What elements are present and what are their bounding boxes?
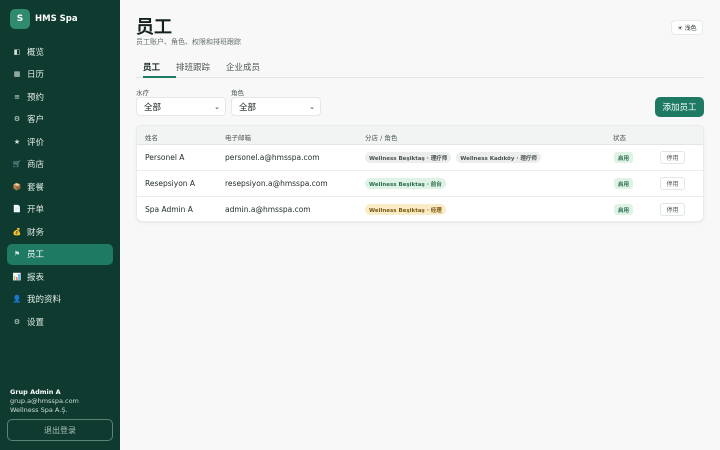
flag-icon: ⚑ bbox=[13, 250, 21, 258]
table-row[interactable]: Personel A personel.a@hmsspa.com Wellness … bbox=[137, 145, 703, 171]
staff-email: admin.a@hmsspa.com bbox=[225, 205, 311, 214]
sidebar-item-label: 商店 bbox=[27, 160, 45, 170]
column-header-branch-role: 分店 / 角色 bbox=[365, 134, 398, 142]
sidebar-item-5[interactable]: 🛒 商店 bbox=[7, 154, 113, 175]
branch-role-badge: Wellness Beşiktaş · 理疗师 bbox=[365, 152, 452, 163]
tab-bar: 员工 排班跟踪 企业成员 bbox=[136, 58, 704, 78]
chart-icon: 📊 bbox=[12, 272, 22, 281]
staff-table: 姓名 电子邮箱 分店 / 角色 状态 Personel A personel.a@… bbox=[136, 125, 704, 222]
sidebar-item-7[interactable]: 📄 开单 bbox=[7, 199, 113, 220]
sidebar-item-3[interactable]: ⚙ 客户 bbox=[7, 109, 113, 130]
spa-filter-value: 全部 bbox=[144, 102, 162, 113]
calendar-icon: ▦ bbox=[13, 70, 21, 78]
status-badge: 启用 bbox=[614, 152, 634, 163]
sidebar-item-label: 员工 bbox=[27, 250, 45, 260]
sidebar-item-label: 评价 bbox=[27, 137, 45, 148]
role-filter-select[interactable]: 全部 ⌄ bbox=[231, 97, 321, 116]
sidebar-item-label: 预约 bbox=[27, 92, 45, 103]
staff-name: Spa Admin A bbox=[145, 205, 193, 214]
customer-icon: ⚙ bbox=[13, 115, 21, 123]
brand[interactable]: S HMS Spa bbox=[10, 9, 78, 29]
branch-role-list: Wellness Beşiktaş · 前台 bbox=[365, 178, 451, 189]
sidebar-item-label: 日历 bbox=[27, 70, 45, 80]
sidebar-item-1[interactable]: ▦ 日历 bbox=[7, 64, 113, 85]
grid-icon: ◧ bbox=[13, 47, 21, 56]
staff-name: Personel A bbox=[145, 153, 185, 162]
table-row[interactable]: Spa Admin A admin.a@hmsspa.com Wellness Be… bbox=[137, 197, 703, 221]
user-icon: 👤 bbox=[12, 295, 22, 303]
branch-role-list: Wellness Beşiktaş · 理疗师 Wellness Kadıköy … bbox=[365, 152, 546, 163]
theme-toggle-button[interactable]: ☀ 浅色 bbox=[671, 20, 703, 35]
sidebar-item-0[interactable]: ◧ 概览 bbox=[7, 41, 113, 62]
sidebar-item-label: 概览 bbox=[27, 47, 45, 58]
page-subtitle: 员工账户、角色、权限和排班跟踪 bbox=[136, 38, 241, 46]
branch-role-badge: Wellness Kadıköy · 理疗师 bbox=[456, 152, 541, 163]
table-row[interactable]: Resepsiyon A resepsiyon.a@hmsspa.com Welln… bbox=[137, 171, 703, 197]
tab-shift-tracking[interactable]: 排班跟踪 bbox=[176, 58, 226, 78]
spa-filter-label: 水疗 bbox=[136, 89, 149, 97]
role-filter-label: 角色 bbox=[231, 89, 244, 97]
page-title: 员工 bbox=[136, 17, 172, 38]
branch-role-badge: Wellness Beşiktaş · 经理 bbox=[365, 204, 446, 215]
staff-email: resepsiyon.a@hmsspa.com bbox=[225, 179, 328, 188]
sidebar-item-4[interactable]: ★ 评价 bbox=[7, 131, 113, 152]
user-org: Wellness Spa A.Ş. bbox=[10, 406, 68, 414]
column-header-status: 状态 bbox=[613, 134, 626, 142]
sidebar-item-12[interactable]: ⚙ 设置 bbox=[7, 311, 113, 332]
sidebar-item-label: 套餐 bbox=[27, 182, 45, 193]
sidebar-item-8[interactable]: 💰 财务 bbox=[7, 221, 113, 242]
sidebar-item-6[interactable]: 📦 套餐 bbox=[7, 176, 113, 197]
chevron-down-icon: ⌄ bbox=[214, 102, 220, 111]
star-icon: ★ bbox=[13, 137, 21, 146]
brand-name: HMS Spa bbox=[35, 14, 78, 24]
sidebar-item-label: 我的资料 bbox=[27, 295, 62, 305]
sidebar-item-11[interactable]: 👤 我的资料 bbox=[7, 289, 113, 310]
table-header: 姓名 电子邮箱 分店 / 角色 状态 bbox=[137, 126, 703, 145]
package-icon: 📦 bbox=[12, 182, 22, 191]
add-staff-button[interactable]: 添加员工 bbox=[655, 97, 704, 117]
sidebar-nav: ◧ 概览 ▦ 日历 ≡ 预约 ⚙ 客户 ★ 评价 🛒 商店 📦 套餐 📄 开单 💰 财务 ⚑ 员工 📊 报表 👤 我的资料 ⚙ 设… bbox=[7, 41, 113, 334]
disable-button[interactable]: 停用 bbox=[660, 177, 685, 190]
sidebar-item-label: 客户 bbox=[27, 115, 45, 125]
sidebar-item-label: 财务 bbox=[27, 227, 45, 238]
sidebar-item-2[interactable]: ≡ 预约 bbox=[7, 86, 113, 107]
money-bag-icon: 💰 bbox=[12, 227, 22, 236]
sidebar-item-10[interactable]: 📊 报表 bbox=[7, 266, 113, 287]
brand-logo: S bbox=[10, 9, 30, 29]
staff-email: personel.a@hmsspa.com bbox=[225, 153, 320, 162]
list-icon: ≡ bbox=[14, 92, 20, 101]
user-info: Grup Admin A grup.a@hmsspa.com Wellness … bbox=[10, 388, 79, 414]
branch-role-badge: Wellness Beşiktaş · 前台 bbox=[365, 178, 446, 189]
user-email: grup.a@hmsspa.com bbox=[10, 397, 79, 405]
sidebar: S HMS Spa ◧ 概览 ▦ 日历 ≡ 预约 ⚙ 客户 ★ 评价 🛒 商店 📦 套餐 📄 开单 💰 财务 ⚑ 员工… bbox=[0, 0, 120, 450]
receipt-icon: 📄 bbox=[12, 205, 22, 213]
disable-button[interactable]: 停用 bbox=[660, 203, 685, 216]
status-badge: 启用 bbox=[614, 204, 634, 215]
column-header-name: 姓名 bbox=[145, 134, 158, 142]
spa-filter-select[interactable]: 全部 ⌄ bbox=[136, 97, 226, 116]
chevron-down-icon: ⌄ bbox=[309, 102, 315, 111]
user-name: Grup Admin A bbox=[10, 388, 61, 396]
tab-staff[interactable]: 员工 bbox=[143, 58, 176, 78]
gear-icon: ⚙ bbox=[13, 317, 21, 326]
sidebar-item-label: 开单 bbox=[27, 205, 45, 215]
cart-icon: 🛒 bbox=[12, 160, 22, 168]
sidebar-item-label: 设置 bbox=[27, 317, 45, 328]
status-badge: 启用 bbox=[614, 178, 634, 189]
sidebar-item-9[interactable]: ⚑ 员工 bbox=[7, 243, 113, 265]
disable-button[interactable]: 停用 bbox=[660, 151, 685, 164]
branch-role-list: Wellness Beşiktaş · 经理 bbox=[365, 204, 451, 215]
sidebar-item-label: 报表 bbox=[27, 272, 45, 283]
staff-name: Resepsiyon A bbox=[145, 179, 196, 188]
logout-button[interactable]: 退出登录 bbox=[7, 419, 113, 441]
tab-company-members[interactable]: 企业成员 bbox=[226, 58, 286, 78]
role-filter-value: 全部 bbox=[239, 102, 257, 113]
column-header-email: 电子邮箱 bbox=[225, 134, 251, 142]
